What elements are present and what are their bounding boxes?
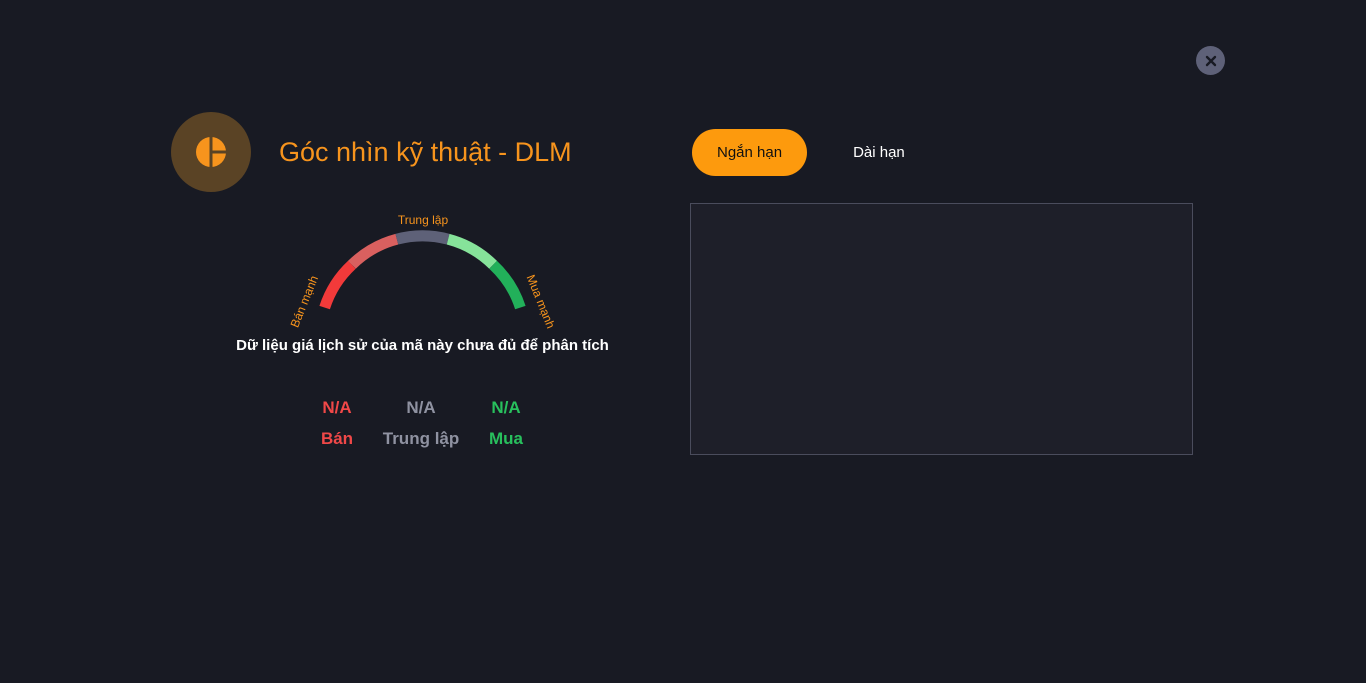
gauge-segment-strong-sell bbox=[319, 260, 356, 310]
sentiment-gauge: Trung lập Bán mạnh Mua mạnh bbox=[288, 213, 558, 331]
buy-stat: N/A Mua bbox=[451, 396, 561, 451]
gauge-segment-neutral bbox=[395, 230, 450, 245]
close-icon bbox=[1205, 55, 1216, 66]
gauge-label-strong-buy: Mua mạnh bbox=[524, 273, 558, 331]
gauge-label-strong-sell: Bán mạnh bbox=[288, 274, 321, 330]
gauge-segment-strong-buy bbox=[489, 260, 526, 310]
tab-long-term[interactable]: Dài hạn bbox=[828, 129, 930, 176]
page-title: Góc nhìn kỹ thuật - DLM bbox=[279, 137, 572, 167]
insufficient-data-message: Dữ liệu giá lịch sử của mã này chưa đủ đ… bbox=[236, 337, 609, 354]
indicator-chart-panel bbox=[690, 203, 1193, 455]
buy-label: Mua bbox=[489, 429, 523, 448]
close-button[interactable] bbox=[1196, 46, 1225, 75]
tab-short-term[interactable]: Ngắn hạn bbox=[692, 129, 808, 176]
gauge-label-neutral: Trung lập bbox=[398, 213, 449, 227]
pie-chart-icon bbox=[171, 112, 251, 192]
timeframe-tabs: Ngắn hạn Dài hạn bbox=[692, 129, 930, 176]
technical-view-dialog: Góc nhìn kỹ thuật - DLM Ngắn hạn Dài hạn… bbox=[0, 0, 1366, 683]
gauge-segment-buy bbox=[446, 233, 497, 269]
gauge-segment-sell bbox=[348, 233, 399, 269]
buy-count: N/A bbox=[491, 398, 521, 417]
